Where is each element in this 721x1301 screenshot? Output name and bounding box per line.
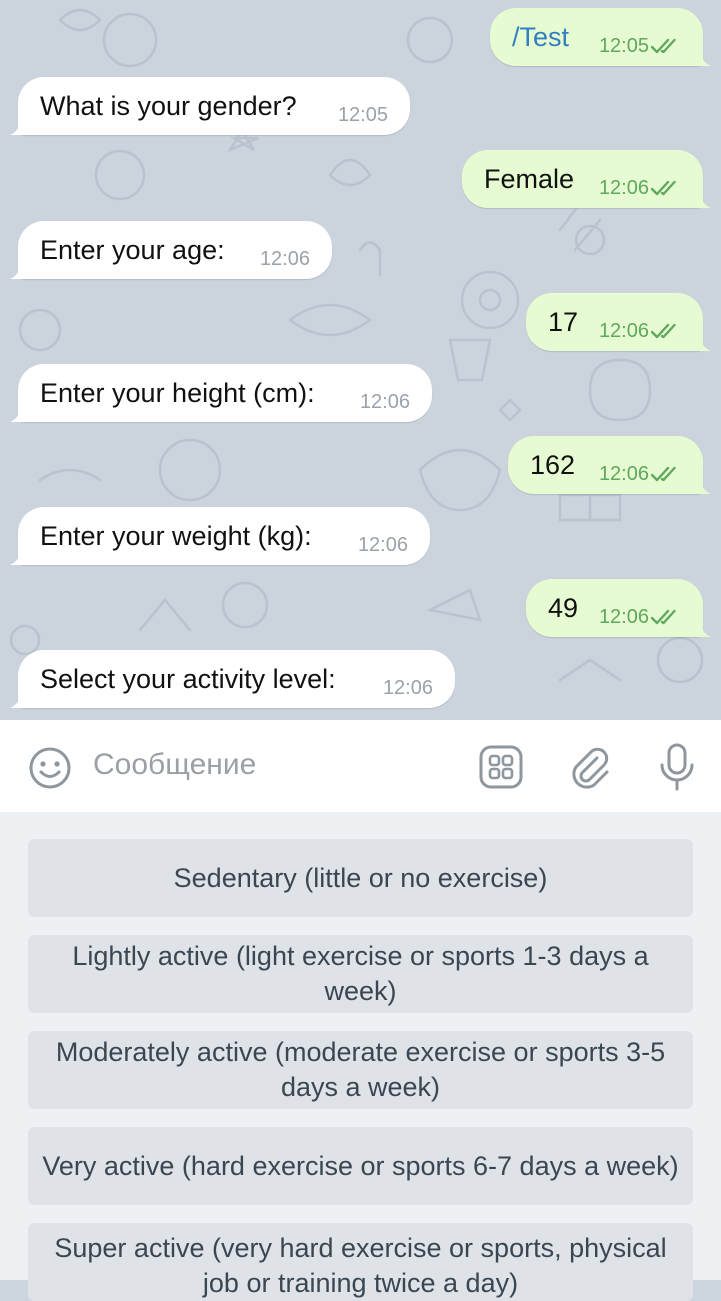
message-time: 12:06 (598, 463, 649, 485)
bubble-tail (693, 48, 711, 66)
bubble-tail (693, 333, 711, 351)
chat-area[interactable]: /Test 12:05 What is your gender? 12:05 Femal… (0, 0, 721, 720)
message-time: 12:06 (357, 534, 408, 556)
outgoing-message[interactable]: Female 12:06 (462, 150, 703, 208)
message-text: 17 (548, 307, 579, 337)
command-link[interactable]: /Test (512, 22, 569, 53)
reply-keyboard: Sedentary (little or no exercise) Lightly… (0, 812, 721, 1301)
message-text: 162 (530, 450, 576, 480)
message-time: 12:06 (359, 391, 410, 413)
bot-keyboard-icon[interactable] (478, 744, 524, 790)
double-check-icon (651, 180, 676, 196)
bubble-tail (10, 261, 28, 279)
incoming-message[interactable]: Enter your age: 12:06 (18, 221, 332, 279)
activity-very-active-button[interactable]: Very active (hard exercise or sports 6-7… (28, 1127, 693, 1205)
emoji-icon[interactable] (28, 746, 72, 790)
incoming-message[interactable]: Enter your height (cm): 12:06 (18, 364, 432, 422)
message-text: Select your activity level: (40, 664, 336, 694)
bubble-tail (10, 547, 28, 565)
bubble-tail (693, 190, 711, 208)
microphone-icon[interactable] (656, 742, 698, 792)
message-time: 12:06 (598, 177, 649, 199)
double-check-icon (651, 38, 676, 54)
message-time: 12:06 (382, 677, 433, 699)
message-text: Enter your height (cm): (40, 378, 315, 408)
outgoing-message[interactable]: 17 12:06 (526, 293, 703, 351)
double-check-icon (651, 466, 676, 482)
message-time: 12:06 (259, 248, 310, 270)
double-check-icon (651, 609, 676, 625)
incoming-message[interactable]: Enter your weight (kg): 12:06 (18, 507, 430, 565)
message-composer: Сообщение (0, 720, 721, 813)
message-time: 12:06 (598, 320, 649, 342)
double-check-icon (651, 323, 676, 339)
message-input[interactable]: Сообщение (93, 748, 256, 782)
incoming-message[interactable]: Select your activity level: 12:06 (18, 650, 455, 708)
activity-moderately-active-button[interactable]: Moderately active (moderate exercise or … (28, 1031, 693, 1109)
outgoing-message[interactable]: /Test 12:05 (490, 8, 703, 66)
bubble-tail (693, 619, 711, 637)
outgoing-message[interactable]: 162 12:06 (508, 436, 703, 494)
message-text: Enter your weight (kg): (40, 521, 312, 551)
message-text: What is your gender? (40, 91, 297, 121)
message-time: 12:05 (337, 104, 388, 126)
outgoing-message[interactable]: 49 12:06 (526, 579, 703, 637)
bubble-tail (693, 476, 711, 494)
attach-icon[interactable] (567, 744, 613, 790)
activity-lightly-active-button[interactable]: Lightly active (light exercise or sports… (28, 935, 693, 1013)
activity-super-active-button[interactable]: Super active (very hard exercise or spor… (28, 1223, 693, 1301)
bubble-tail (10, 117, 28, 135)
activity-sedentary-button[interactable]: Sedentary (little or no exercise) (28, 839, 693, 917)
bubble-tail (10, 404, 28, 422)
message-text: 49 (548, 593, 579, 623)
message-time: 12:05 (598, 35, 649, 57)
bubble-tail (10, 690, 28, 708)
message-time: 12:06 (598, 606, 649, 628)
message-text: Enter your age: (40, 235, 225, 265)
message-text: Female (484, 164, 575, 194)
incoming-message[interactable]: What is your gender? 12:05 (18, 77, 410, 135)
